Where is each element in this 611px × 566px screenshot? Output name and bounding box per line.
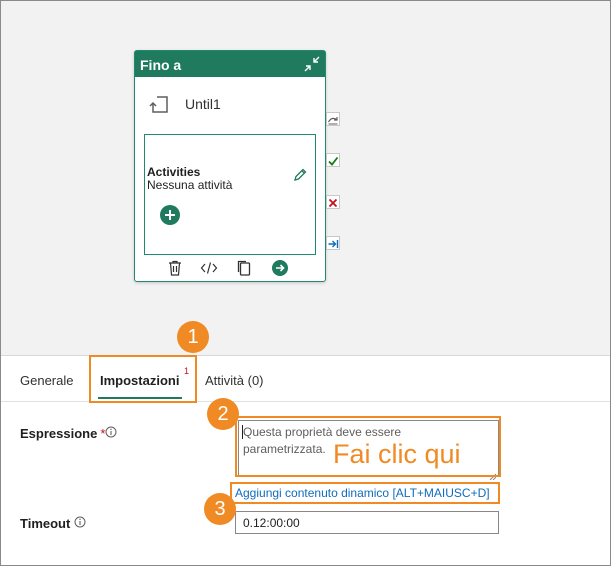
copy-icon[interactable]	[235, 259, 253, 277]
callout-badge-3: 3	[204, 493, 236, 525]
tab-generale[interactable]: Generale	[20, 373, 73, 393]
failure-port-icon[interactable]	[326, 195, 340, 209]
expand-collapse-icon[interactable]	[303, 55, 321, 73]
until-activity-node[interactable]: Fino a Until1 Activities Nessuna attivit…	[134, 50, 326, 282]
pencil-icon[interactable]	[292, 167, 308, 183]
pipeline-canvas[interactable]: Fino a Until1 Activities Nessuna attivit…	[1, 1, 610, 356]
plus-icon[interactable]	[160, 205, 180, 225]
highlight-impostazioni-tab	[89, 355, 197, 403]
code-icon[interactable]	[200, 259, 218, 277]
node-title: Fino a	[140, 57, 182, 73]
info-icon[interactable]	[74, 515, 86, 528]
callout-badge-1: 1	[177, 321, 209, 353]
timeout-label: Timeout	[20, 516, 71, 531]
activities-container[interactable]: Activities Nessuna attività	[144, 134, 316, 255]
node-activity-row: Until1	[135, 77, 325, 131]
info-icon[interactable]	[105, 425, 117, 438]
arrow-right-circle-icon[interactable]	[271, 259, 289, 277]
trash-icon[interactable]	[166, 259, 184, 277]
until-loop-icon	[148, 94, 170, 114]
node-toolbar	[135, 259, 325, 279]
tab-attivita[interactable]: Attività (0)	[205, 373, 264, 393]
activities-empty-text: Nessuna attività	[147, 178, 233, 192]
highlight-dynamic-link	[230, 482, 500, 504]
node-header[interactable]: Fino a	[135, 51, 325, 77]
activity-name: Until1	[185, 96, 221, 112]
skip-port-icon[interactable]	[326, 112, 340, 126]
completion-port-icon[interactable]	[326, 236, 340, 250]
expression-label: Espressione *	[20, 426, 106, 441]
success-port-icon[interactable]	[326, 153, 340, 167]
callout-badge-2: 2	[207, 398, 239, 430]
highlight-expression-field	[235, 416, 501, 477]
pipeline-editor: Fino a Until1 Activities Nessuna attivit…	[0, 0, 611, 566]
timeout-input[interactable]: 0.12:00:00	[235, 511, 499, 534]
activities-heading: Activities	[147, 165, 201, 179]
